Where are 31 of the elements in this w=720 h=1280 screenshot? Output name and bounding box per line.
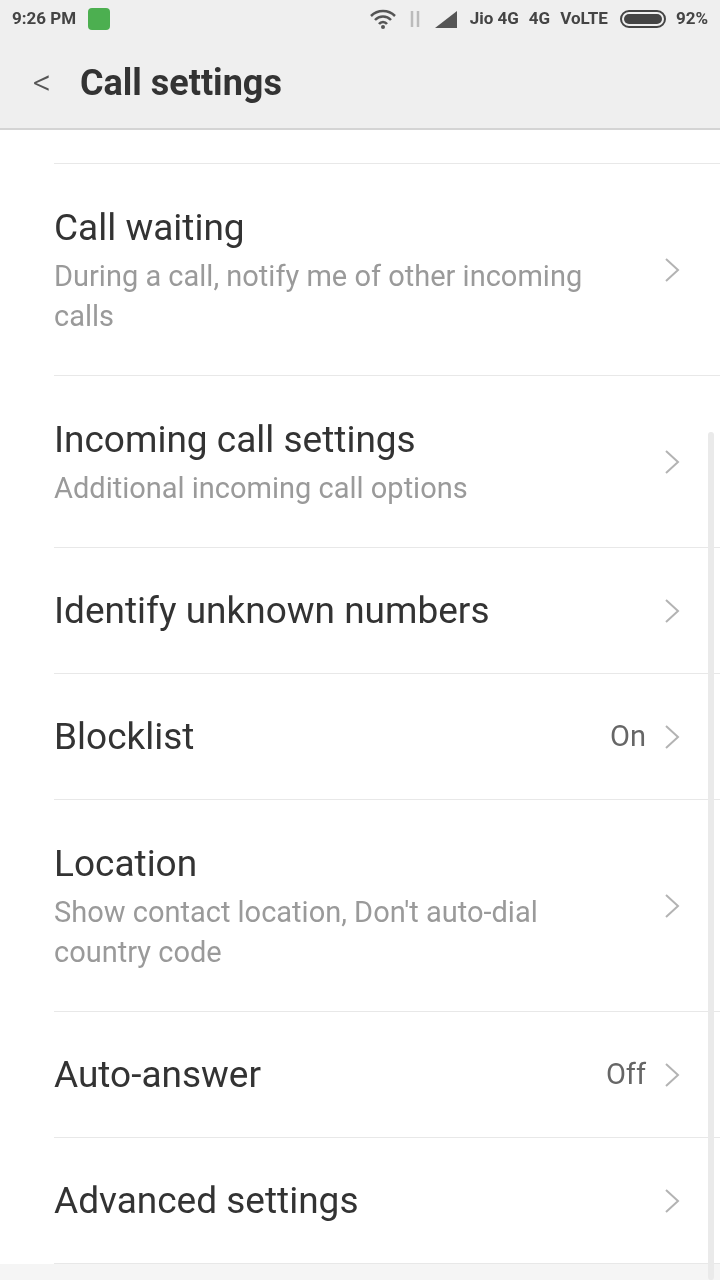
row-subtitle: During a call, notify me of other incoming calls [54, 257, 584, 335]
settings-row[interactable]: Call waiting During a call, notify me of other incoming calls [54, 164, 720, 376]
chevron-right-icon [664, 256, 680, 283]
row-title: Identify unknown numbers [54, 587, 491, 634]
row-subtitle: Additional incoming call options [54, 469, 469, 507]
chevron-right-icon [664, 1061, 680, 1088]
chevron-right-icon [664, 448, 680, 475]
chevron-right-icon [664, 723, 680, 750]
row-value: On [610, 717, 646, 755]
row-title: Call waiting [54, 204, 246, 251]
status-time: 9:26 PM [12, 7, 77, 31]
battery-percent: 92% [675, 7, 708, 31]
chevron-right-icon [664, 597, 680, 624]
row-subtitle: Show contact location, Don't auto-dial country code [54, 893, 539, 971]
row-value: Off [605, 1055, 646, 1093]
screen-title: Call settings [80, 61, 282, 106]
row-title: Location [54, 840, 199, 887]
row-title: Auto-answer [54, 1051, 263, 1098]
app-notification-icon [88, 8, 111, 30]
chevron-right-icon [664, 892, 680, 919]
row-title: Incoming call settings [54, 416, 417, 463]
volte-label: VoLTE [560, 7, 608, 31]
signal-icon [433, 10, 458, 28]
network-label: 4G [528, 7, 551, 31]
wifi-icon [369, 9, 396, 29]
battery-icon [619, 9, 668, 29]
row-title: Advanced settings [54, 1177, 360, 1224]
carrier-label: Jio 4G [469, 7, 519, 31]
back-button[interactable]: < [30, 65, 54, 101]
row-title: Blocklist [54, 713, 196, 760]
chevron-right-icon [664, 1187, 680, 1214]
